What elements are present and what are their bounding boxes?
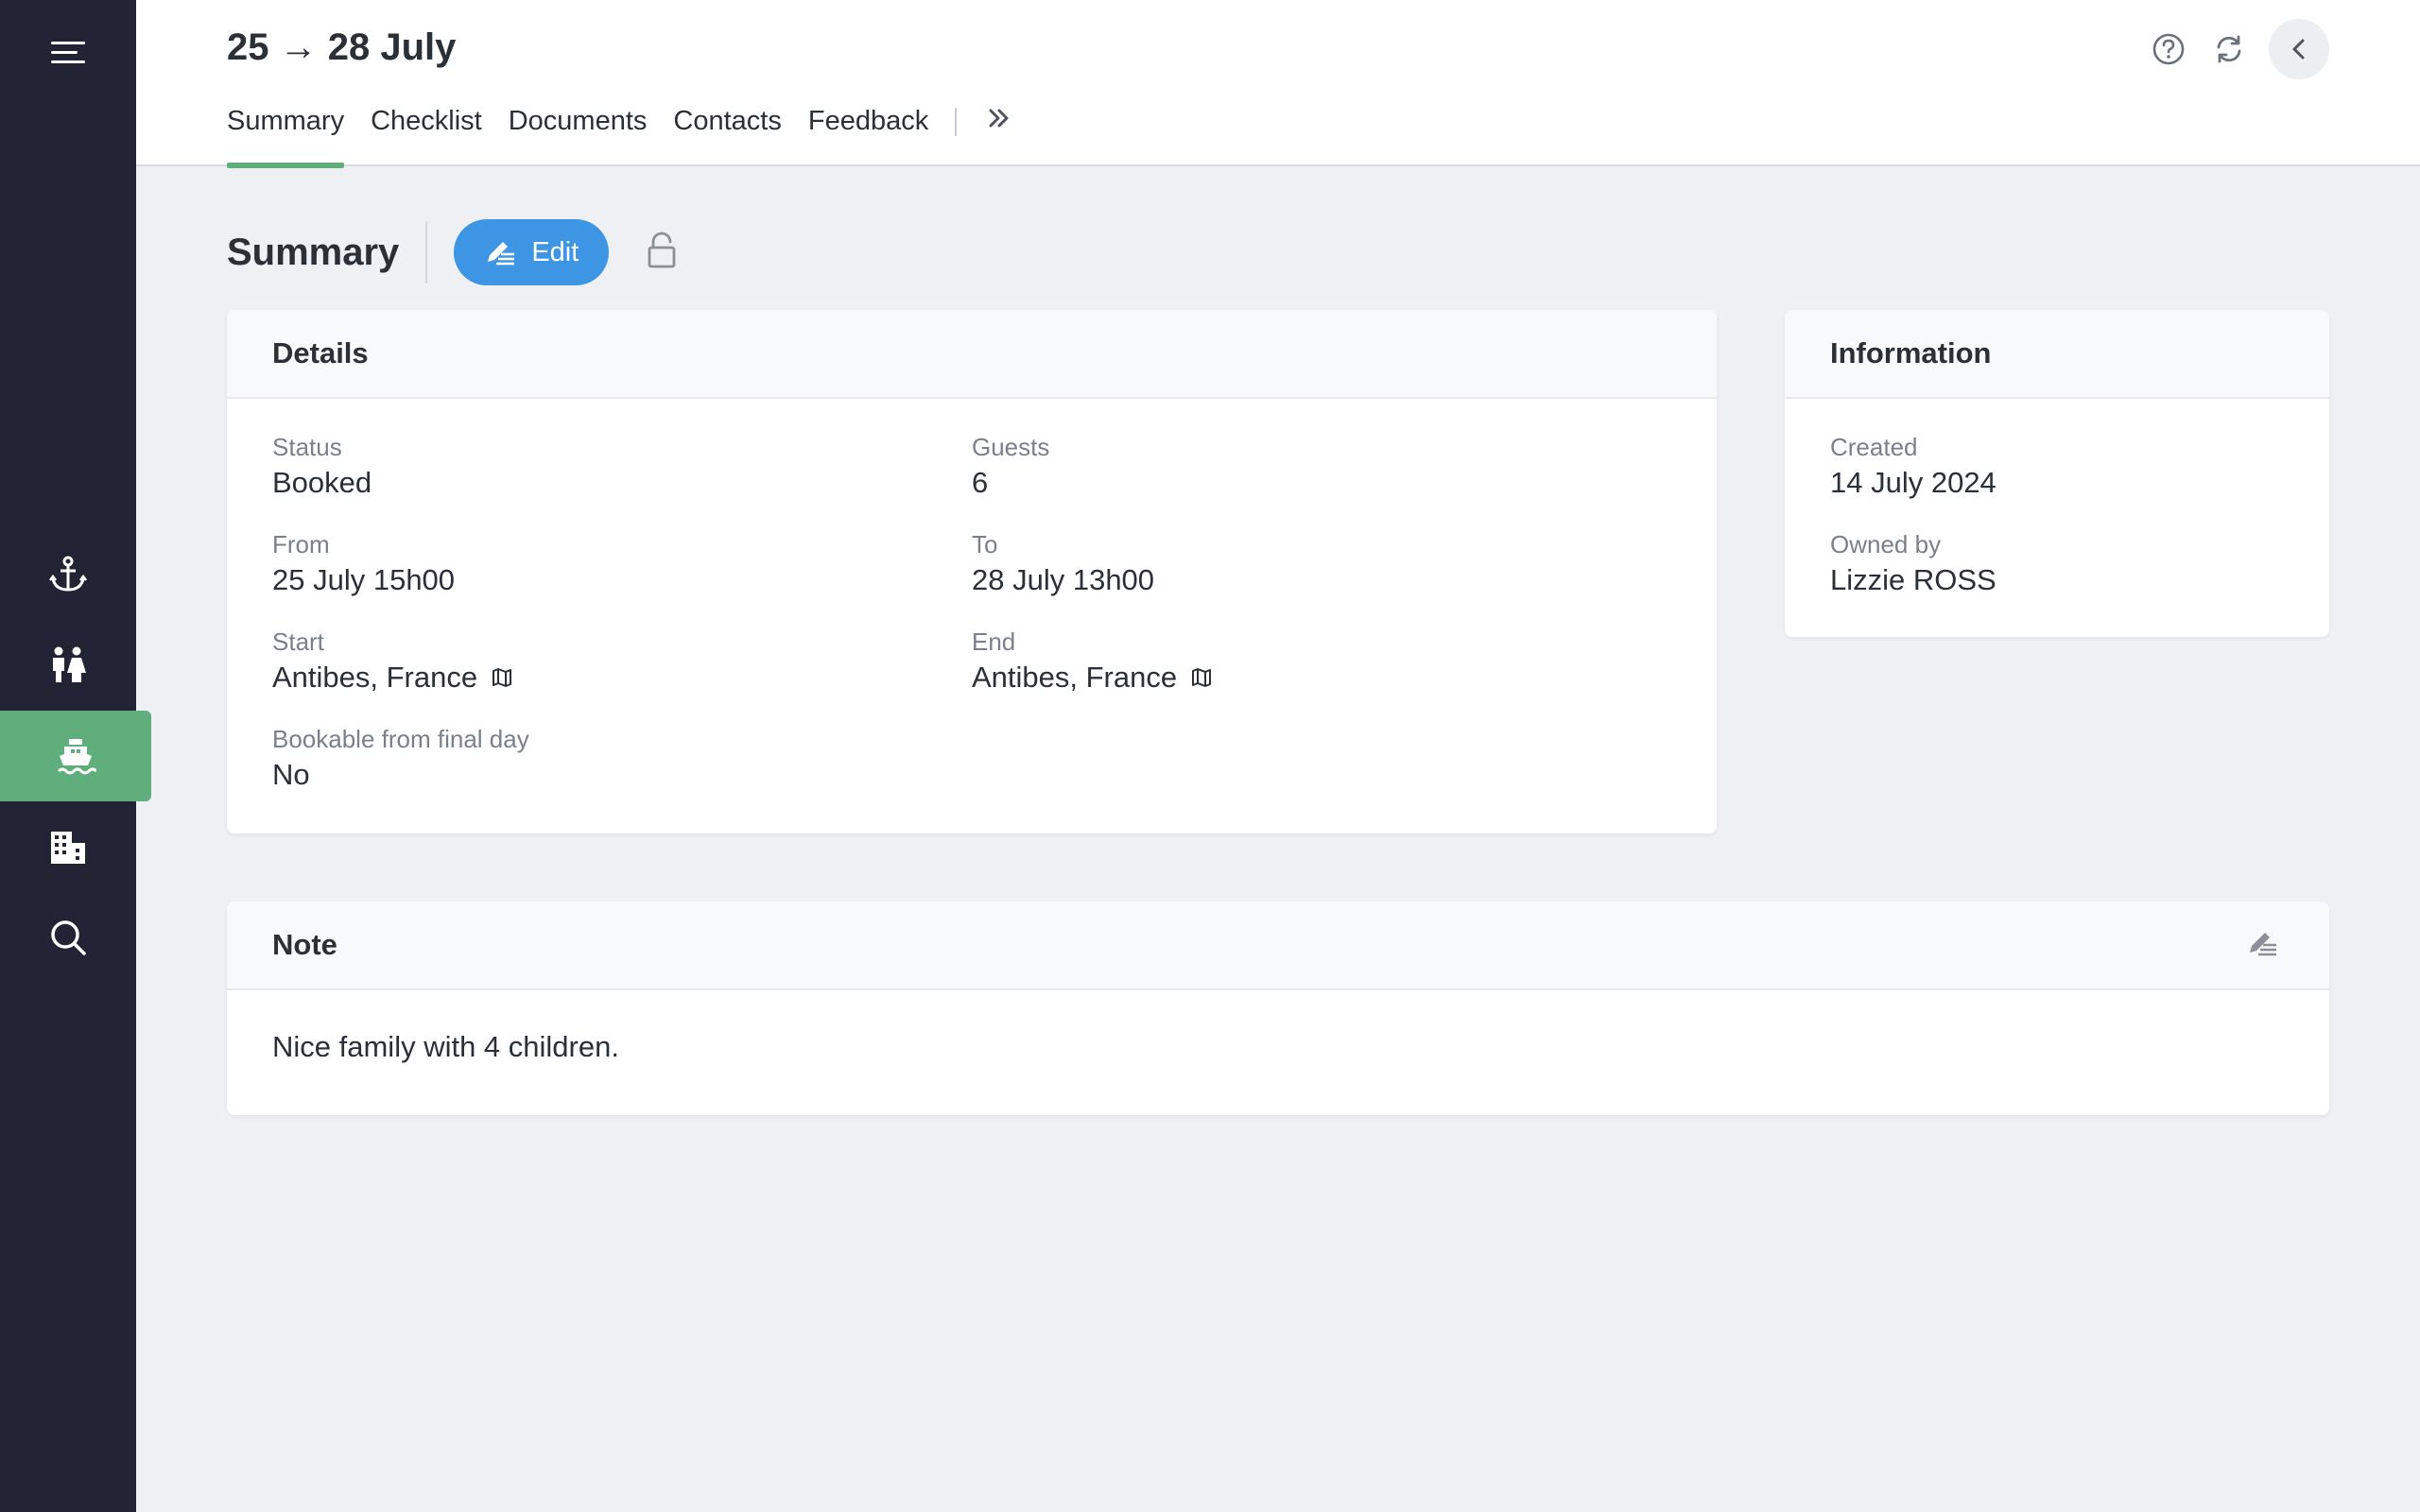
guests-label: Guests [972, 433, 1050, 461]
bookable-field: Bookable from final day No [272, 725, 529, 792]
hamburger-menu-icon [51, 42, 85, 63]
guests-value-text: 6 [972, 466, 989, 499]
lock-button[interactable] [645, 232, 683, 273]
information-title: Information [1830, 336, 1992, 369]
to-value-text: 28 July 13h00 [972, 563, 1155, 596]
help-icon [2152, 33, 2185, 65]
bookable-value-text: No [272, 758, 310, 791]
created-value: 14 July 2024 [1830, 466, 1996, 500]
end-value-text: Antibes, France [972, 661, 1178, 694]
from-label: From [272, 530, 330, 558]
chevrons-right-icon [989, 109, 1009, 128]
sidebar-item-boat[interactable] [0, 711, 151, 801]
back-button[interactable] [2269, 19, 2329, 79]
tab-contacts[interactable]: Contacts [673, 106, 781, 166]
tab-summary[interactable]: Summary [227, 106, 345, 168]
people-icon [53, 646, 86, 682]
owner-value-text: Lizzie ROSS [1830, 563, 1996, 596]
end-field: End Antibes, France [972, 627, 1213, 695]
created-label: Created [1830, 433, 1918, 461]
tab-bar: Summary Checklist Documents Contacts Fee… [227, 106, 1021, 168]
status-value: Booked [272, 466, 372, 500]
owner-label: Owned by [1830, 530, 1942, 558]
details-card: Details Status Booked Guests 6 From 25 J… [227, 310, 1717, 833]
created-value-text: 14 July 2024 [1830, 466, 1996, 499]
start-value: Antibes, France [272, 661, 513, 695]
status-field: Status Booked [272, 433, 372, 500]
section-divider [425, 221, 428, 284]
status-value-text: Booked [272, 466, 372, 499]
note-text: Nice family with 4 children. [272, 1030, 619, 1063]
sidebar [0, 0, 151, 1512]
sidebar-item-search[interactable] [0, 892, 136, 983]
note-card-header: Note [227, 902, 2329, 990]
from-field: From 25 July 15h00 [272, 530, 455, 597]
page-header: 25 → 28 July Summary Checklist Documents… [136, 0, 2420, 168]
guests-field: Guests 6 [972, 433, 1049, 500]
tab-separator [955, 108, 958, 136]
owner-field: Owned by Lizzie ROSS [1830, 530, 1996, 597]
details-title: Details [272, 336, 369, 369]
from-value-text: 25 July 15h00 [272, 563, 456, 596]
details-card-header: Details [227, 310, 1717, 399]
edit-note-button[interactable] [2246, 926, 2284, 964]
sidebar-item-anchor[interactable] [0, 529, 136, 620]
tab-documents[interactable]: Documents [509, 106, 648, 166]
status-label: Status [272, 433, 342, 461]
anchor-icon [49, 556, 87, 592]
edit-button-label: Edit [531, 236, 579, 267]
section-title: Summary [227, 231, 400, 273]
refresh-icon [2217, 35, 2241, 63]
to-value: 28 July 13h00 [972, 563, 1154, 597]
from-value: 25 July 15h00 [272, 563, 455, 597]
tab-feedback[interactable]: Feedback [808, 106, 928, 166]
sidebar-item-building[interactable] [0, 801, 136, 892]
information-card-header: Information [1785, 310, 2329, 399]
refresh-button[interactable] [2208, 28, 2250, 70]
edit-pen-icon [2250, 933, 2276, 956]
unlock-icon [648, 232, 676, 268]
menu-button[interactable] [0, 8, 136, 98]
page-title: 25 → 28 July [227, 26, 457, 68]
guests-value: 6 [972, 466, 1049, 500]
bookable-value: No [272, 758, 529, 792]
header-actions [2148, 19, 2329, 79]
tab-checklist[interactable]: Checklist [371, 106, 482, 166]
map-icon[interactable] [491, 666, 513, 689]
building-icon [51, 832, 85, 864]
edit-pen-icon [488, 242, 515, 266]
to-label: To [972, 530, 998, 558]
bookable-label: Bookable from final day [272, 725, 529, 753]
created-field: Created 14 July 2024 [1830, 433, 1996, 500]
end-label: End [972, 627, 1016, 656]
to-field: To 28 July 13h00 [972, 530, 1154, 597]
note-title: Note [272, 928, 337, 961]
edit-button[interactable]: Edit [454, 219, 610, 285]
more-tabs-button[interactable] [983, 102, 1021, 140]
chevron-left-icon [2292, 39, 2305, 60]
map-icon[interactable] [1190, 666, 1213, 689]
owner-value: Lizzie ROSS [1830, 563, 1996, 597]
help-button[interactable] [2148, 28, 2189, 70]
information-card: Information Created 14 July 2024 Owned b… [1785, 310, 2329, 637]
sidebar-item-people[interactable] [0, 620, 136, 711]
start-label: Start [272, 627, 324, 656]
note-card: Note Nice family with 4 children. [227, 902, 2329, 1115]
search-icon [51, 920, 86, 955]
start-field: Start Antibes, France [272, 627, 513, 695]
boat-icon [57, 739, 96, 775]
start-value-text: Antibes, France [272, 661, 478, 694]
end-value: Antibes, France [972, 661, 1213, 695]
section-header: Summary Edit [227, 219, 683, 285]
